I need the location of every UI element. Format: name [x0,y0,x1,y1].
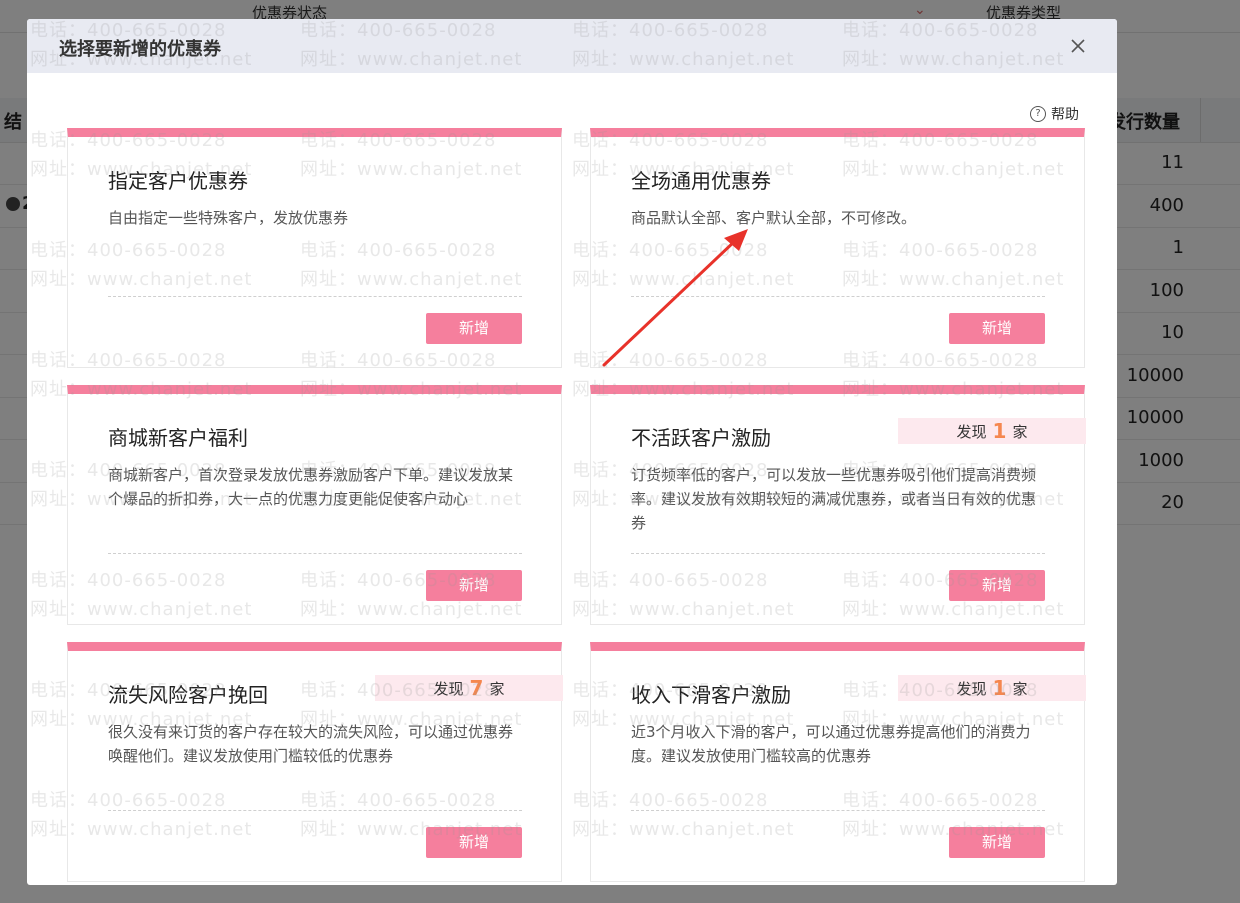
card-title: 商城新客户福利 [108,426,248,450]
found-suffix: 家 [1012,422,1028,441]
card-divider [631,296,1045,297]
card-divider [631,810,1045,811]
add-button[interactable]: 新增 [949,313,1045,344]
card-title: 收入下滑客户激励 [631,683,791,707]
found-prefix: 发现 [433,679,464,698]
found-suffix: 家 [1012,679,1028,698]
card-title: 流失风险客户挽回 [108,683,268,707]
card-divider [108,296,522,297]
card-title: 不活跃客户激励 [631,426,771,450]
found-suffix: 家 [489,679,505,698]
dialog-title: 选择要新增的优惠券 [59,39,221,60]
card-description: 很久没有来订货的客户存在较大的流失风险，可以通过优惠券唤醒他们。建议发放使用门槛… [108,723,514,765]
add-button[interactable]: 新增 [949,570,1045,601]
coupon-card-store-wide: 全场通用优惠券 商品默认全部、客户默认全部，不可修改。 新增 [590,128,1085,368]
coupon-card-revenue-decline: 收入下滑客户激励 发现 1 家 近3个月收入下滑的客户，可以通过优惠券提高他们的… [590,642,1086,882]
card-description: 近3个月收入下滑的客户，可以通过优惠券提高他们的消费力度。建议发放使用门槛较高的… [631,723,1031,765]
close-icon[interactable] [1067,35,1089,57]
card-divider [631,553,1045,554]
card-divider [108,810,522,811]
found-prefix: 发现 [956,422,987,441]
found-count[interactable]: 1 [993,419,1007,443]
card-description: 商品默认全部、客户默认全部，不可修改。 [631,209,917,227]
question-circle-icon: ? [1030,106,1046,122]
add-button[interactable]: 新增 [949,827,1045,858]
found-count-badge: 发现 7 家 [375,675,563,701]
card-title: 指定客户优惠券 [108,169,248,193]
found-count[interactable]: 7 [470,676,484,700]
coupon-card-designated-customer: 指定客户优惠券 自由指定一些特殊客户，发放优惠券 新增 [67,128,562,368]
coupon-card-new-customer-welfare: 商城新客户福利 商城新客户，首次登录发放优惠券激励客户下单。建议发放某个爆品的折… [67,385,562,625]
help-link[interactable]: ? 帮助 [1030,104,1079,124]
coupon-card-churn-risk: 流失风险客户挽回 发现 7 家 很久没有来订货的客户存在较大的流失风险，可以通过… [67,642,563,882]
found-count-badge: 发现 1 家 [898,418,1086,444]
dialog-header: 选择要新增的优惠券 [27,19,1117,73]
found-prefix: 发现 [956,679,987,698]
add-button[interactable]: 新增 [426,313,522,344]
found-count-badge: 发现 1 家 [898,675,1086,701]
found-count[interactable]: 1 [993,676,1007,700]
card-divider [108,553,522,554]
card-title: 全场通用优惠券 [631,169,771,193]
add-button[interactable]: 新增 [426,570,522,601]
help-label: 帮助 [1051,107,1079,123]
card-description: 订货频率低的客户，可以发放一些优惠券吸引他们提高消费频率。建议发放有效期较短的满… [631,466,1037,532]
coupon-card-inactive-customer: 不活跃客户激励 发现 1 家 订货频率低的客户，可以发放一些优惠券吸引他们提高消… [590,385,1086,625]
add-button[interactable]: 新增 [426,827,522,858]
add-coupon-dialog: 选择要新增的优惠券 ? 帮助 指定客户优惠券 自由指定一些特殊客户，发放优惠券 … [27,19,1117,885]
card-description: 商城新客户，首次登录发放优惠券激励客户下单。建议发放某个爆品的折扣券，大一点的优… [108,466,514,508]
card-description: 自由指定一些特殊客户，发放优惠券 [108,209,349,227]
